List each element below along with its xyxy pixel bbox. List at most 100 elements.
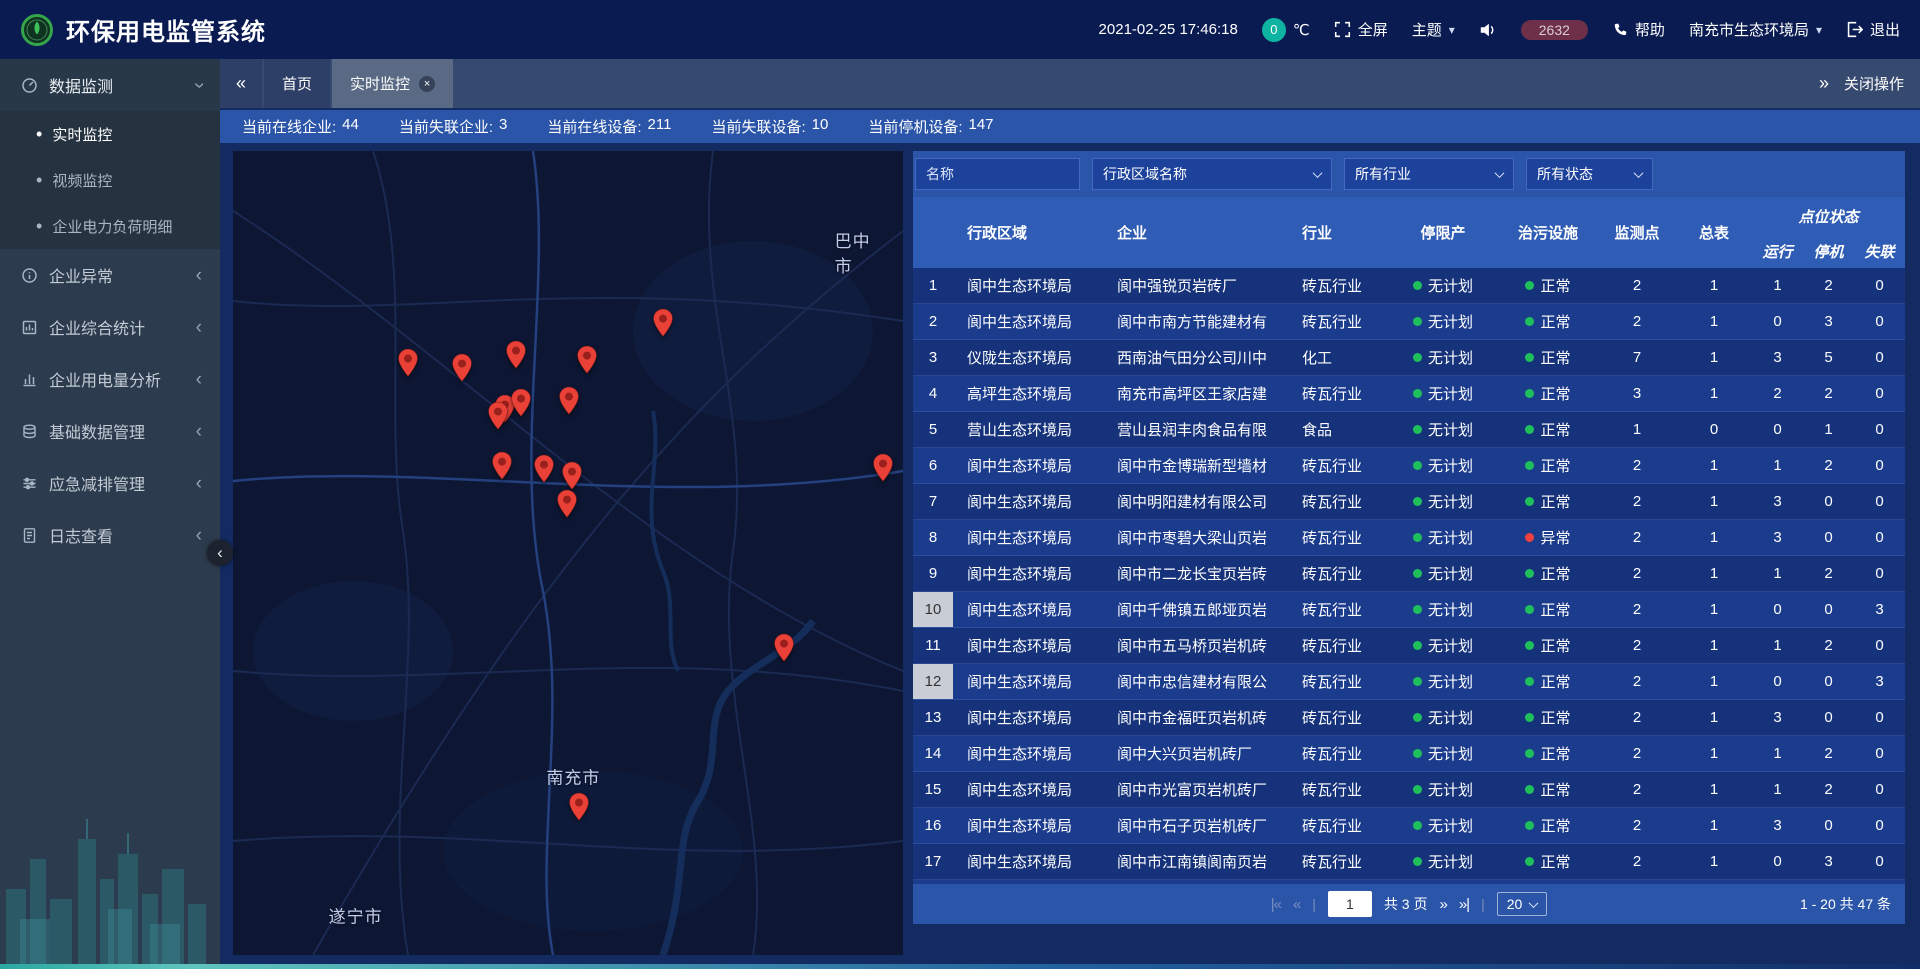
app-logo-icon [20, 13, 54, 47]
map-pin-icon[interactable] [652, 309, 674, 338]
tab-scroll-left-button[interactable]: « [220, 59, 262, 108]
table-row[interactable]: 15 阆中生态环境局 阆中市光富页岩机砖厂 砖瓦行业 无计划 正常 2 1 1 … [913, 772, 1905, 808]
row-industry: 砖瓦行业 [1288, 808, 1388, 843]
table-row[interactable]: 13 阆中生态环境局 阆中市金福旺页岩机砖 砖瓦行业 无计划 正常 2 1 3 … [913, 700, 1905, 736]
alarm-count-badge[interactable]: 2632 [1521, 20, 1588, 40]
industry-select[interactable]: 所有行业 [1344, 158, 1514, 190]
sidebar-item-log-view[interactable]: 日志查看 ‹ [0, 509, 220, 561]
sliders-icon [20, 474, 38, 492]
map-pin-icon[interactable] [510, 388, 532, 417]
status-dot-icon [1525, 569, 1534, 578]
map-pin-icon[interactable] [451, 353, 473, 382]
map-pin-icon[interactable] [556, 490, 578, 519]
status-dot-icon [1525, 605, 1534, 614]
sidebar-item-data-monitoring[interactable]: 数据监测 ‹ [0, 59, 220, 111]
chevron-down-icon [1495, 168, 1505, 178]
weather-widget: 0 ℃ [1262, 18, 1310, 42]
map-pin-icon[interactable] [568, 793, 590, 822]
table-row[interactable]: 17 阆中生态环境局 阆中市江南镇阆南页岩 砖瓦行业 无计划 正常 2 1 0 … [913, 844, 1905, 880]
row-meter: 1 [1676, 448, 1752, 483]
table-row[interactable]: 7 阆中生态环境局 阆中明阳建材有限公司 砖瓦行业 无计划 正常 2 1 3 0… [913, 484, 1905, 520]
map-pin-icon[interactable] [576, 345, 598, 374]
database-icon [20, 422, 38, 440]
sound-button[interactable] [1479, 21, 1497, 39]
row-meter: 1 [1676, 772, 1752, 807]
sidebar-item-realtime-monitor[interactable]: • 实时监控 [0, 111, 220, 157]
table-row[interactable]: 10 阆中生态环境局 阆中千佛镇五郎垭页岩 砖瓦行业 无计划 正常 2 1 0 … [913, 592, 1905, 628]
tab-home[interactable]: 首页 [264, 59, 330, 108]
row-index: 3 [913, 340, 953, 375]
row-index: 1 [913, 268, 953, 303]
close-tab-icon[interactable]: × [419, 76, 435, 92]
sidebar-item-power-analysis[interactable]: 企业用电量分析 ‹ [0, 353, 220, 405]
fullscreen-button[interactable]: 全屏 [1334, 19, 1388, 40]
table-row[interactable]: 9 阆中生态环境局 阆中市二龙长宝页岩砖 砖瓦行业 无计划 正常 2 1 1 2… [913, 556, 1905, 592]
map-pin-icon[interactable] [533, 454, 555, 483]
bar-chart-icon [20, 370, 38, 388]
row-company: 阆中市枣碧大梁山页岩 [1103, 520, 1288, 555]
map-pin-icon[interactable] [505, 340, 527, 369]
status-dot-icon [1413, 641, 1422, 650]
row-limit-status: 无计划 [1388, 520, 1498, 555]
map-pin-icon[interactable] [491, 451, 513, 480]
table-row[interactable]: 8 阆中生态环境局 阆中市枣碧大梁山页岩 砖瓦行业 无计划 异常 2 1 3 0… [913, 520, 1905, 556]
status-dot-icon [1413, 821, 1422, 830]
map-panel[interactable]: 巴中市南充市遂宁市 [233, 151, 903, 955]
page-size-select[interactable]: 20 [1497, 892, 1548, 916]
table-row[interactable]: 2 阆中生态环境局 阆中市南方节能建材有 砖瓦行业 无计划 正常 2 1 0 3… [913, 304, 1905, 340]
close-operations-dropdown[interactable]: 关闭操作 [1844, 73, 1904, 94]
content-area: 巴中市南充市遂宁市 行政区域名称 所有行业 所有状态 [220, 143, 1920, 969]
row-company: 阆中市忠信建材有限公 [1103, 664, 1288, 699]
status-select[interactable]: 所有状态 [1526, 158, 1653, 190]
sidebar-item-emergency-reduction[interactable]: 应急减排管理 ‹ [0, 457, 220, 509]
col-lost: 失联 [1854, 235, 1905, 268]
table-row[interactable]: 4 高坪生态环境局 南充市高坪区王家店建 砖瓦行业 无计划 正常 3 1 2 2… [913, 376, 1905, 412]
sidebar-item-base-data[interactable]: 基础数据管理 ‹ [0, 405, 220, 457]
theme-dropdown[interactable]: 主题 ▾ [1412, 19, 1455, 40]
map-pin-icon[interactable] [397, 348, 419, 377]
first-page-button[interactable]: |« [1271, 896, 1281, 913]
map-pin-icon[interactable] [773, 633, 795, 662]
sidebar: 数据监测 ‹ • 实时监控 • 视频监控 • 企业电力负荷明细 企业异常 ‹ 企… [0, 59, 220, 969]
row-stop-count: 0 [1803, 808, 1854, 843]
row-industry: 砖瓦行业 [1288, 628, 1388, 663]
sidebar-item-company-statistics[interactable]: 企业综合统计 ‹ [0, 301, 220, 353]
region-select[interactable]: 行政区域名称 [1092, 158, 1332, 190]
row-lost-count: 0 [1854, 520, 1905, 555]
row-company: 阆中市金博瑞新型墙材 [1103, 448, 1288, 483]
row-region: 高坪生态环境局 [953, 376, 1103, 411]
sidebar-collapse-button[interactable]: ‹ [207, 540, 233, 566]
table-row[interactable]: 1 阆中生态环境局 阆中强锐页岩砖厂 砖瓦行业 无计划 正常 2 1 1 2 0 [913, 268, 1905, 304]
table-row[interactable]: 14 阆中生态环境局 阆中大兴页岩机砖厂 砖瓦行业 无计划 正常 2 1 1 2… [913, 736, 1905, 772]
last-page-button[interactable]: »| [1459, 896, 1469, 913]
tab-realtime-monitor[interactable]: 实时监控 × [332, 59, 453, 108]
table-row[interactable]: 11 阆中生态环境局 阆中市五马桥页岩机砖 砖瓦行业 无计划 正常 2 1 1 … [913, 628, 1905, 664]
datetime-text: 2021-02-25 17:46:18 [1099, 21, 1238, 38]
map-pin-icon[interactable] [558, 387, 580, 416]
map-pin-icon[interactable] [561, 461, 583, 490]
table-row[interactable]: 6 阆中生态环境局 阆中市金博瑞新型墙材 砖瓦行业 无计划 正常 2 1 1 2… [913, 448, 1905, 484]
row-points: 3 [1598, 376, 1676, 411]
prev-page-button[interactable]: « [1293, 896, 1300, 913]
help-button[interactable]: 帮助 [1612, 19, 1665, 40]
table-row[interactable]: 12 阆中生态环境局 阆中市忠信建材有限公 砖瓦行业 无计划 正常 2 1 0 … [913, 664, 1905, 700]
table-row[interactable]: 3 仪陇生态环境局 西南油气田分公司川中 化工 无计划 正常 7 1 3 5 0 [913, 340, 1905, 376]
org-dropdown[interactable]: 南充市生态环境局 ▾ [1689, 19, 1822, 40]
tab-scroll-right-button[interactable]: » [1819, 73, 1828, 94]
logout-button[interactable]: 退出 [1846, 19, 1900, 40]
sidebar-item-company-abnormal[interactable]: 企业异常 ‹ [0, 249, 220, 301]
sidebar-item-power-load-detail[interactable]: • 企业电力负荷明细 [0, 203, 220, 249]
table-row[interactable]: 5 营山生态环境局 营山县润丰肉食品有限 食品 无计划 正常 1 0 0 1 0 [913, 412, 1905, 448]
sidebar-item-video-monitor[interactable]: • 视频监控 [0, 157, 220, 203]
name-search-input[interactable] [915, 158, 1080, 190]
map-pin-icon[interactable] [487, 401, 509, 430]
stat-stopped-devices: 当前停机设备:147 [868, 116, 993, 137]
table-row[interactable]: 16 阆中生态环境局 阆中市石子页岩机砖厂 砖瓦行业 无计划 正常 2 1 3 … [913, 808, 1905, 844]
next-page-button[interactable]: » [1440, 896, 1447, 913]
page-number-input[interactable] [1328, 891, 1372, 917]
sidebar-submenu: • 实时监控 • 视频监控 • 企业电力负荷明细 [0, 111, 220, 249]
row-industry: 砖瓦行业 [1288, 520, 1388, 555]
chevron-left-icon: ‹ [196, 422, 202, 441]
row-index: 15 [913, 772, 953, 807]
map-pin-icon[interactable] [872, 453, 894, 482]
